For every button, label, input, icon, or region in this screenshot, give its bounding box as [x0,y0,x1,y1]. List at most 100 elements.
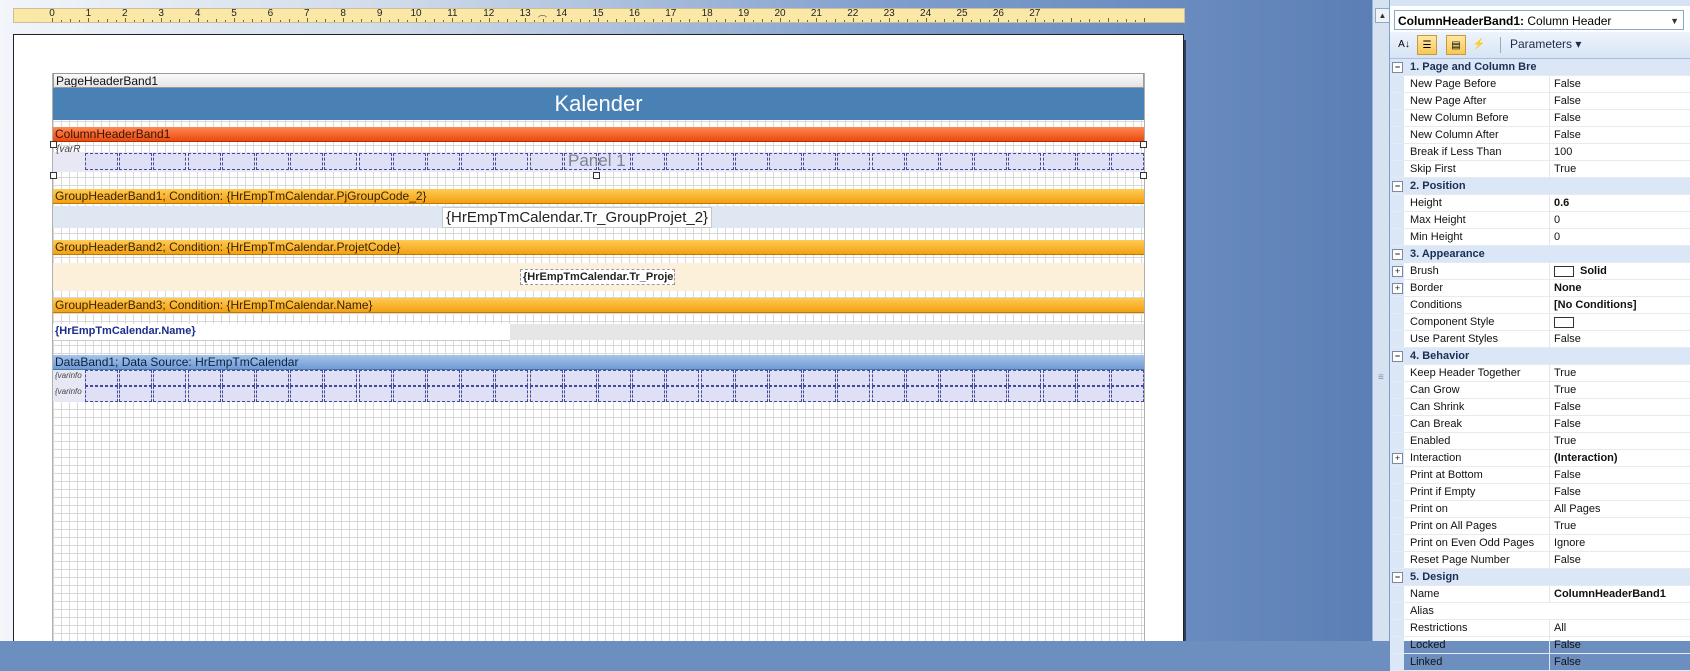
property-row[interactable]: Use Parent Styles False [1390,331,1690,348]
data-cell[interactable] [495,370,529,386]
data-cell[interactable] [119,370,153,386]
data-cell[interactable] [905,386,939,402]
data-cell[interactable] [632,386,666,402]
property-row[interactable]: Conditions [No Conditions] [1390,297,1690,314]
property-value[interactable]: True [1549,518,1687,534]
column-header-cell[interactable] [974,153,1008,170]
column-header-cell[interactable] [1008,153,1042,170]
property-row[interactable]: Can Break False [1390,416,1690,433]
property-row[interactable]: Can Shrink False [1390,399,1690,416]
data-band[interactable]: DataBand1; Data Source: HrEmpTmCalendar [53,355,1144,370]
panel-label[interactable]: Panel 1 [568,151,626,171]
property-value[interactable]: 0 [1549,212,1687,228]
page-header-band[interactable]: PageHeaderBand1 [53,73,1144,88]
vertical-scrollbar[interactable]: ▲ ≡ [1372,0,1390,641]
property-value[interactable]: True [1549,161,1687,177]
data-cell[interactable] [256,386,289,402]
collapse-icon[interactable]: − [1392,572,1403,583]
data-cell[interactable] [427,386,460,402]
property-row[interactable]: Alias [1390,603,1690,620]
property-row[interactable]: Name ColumnHeaderBand1 [1390,586,1690,603]
data-cell[interactable] [905,370,939,386]
collapse-icon[interactable]: − [1392,249,1403,260]
data-cell[interactable] [324,370,358,386]
property-value[interactable]: False [1549,110,1687,126]
data-cell[interactable] [700,370,734,386]
property-value[interactable]: ColumnHeaderBand1 [1549,586,1687,602]
property-row[interactable]: Component Style [1390,314,1690,331]
data-cell[interactable] [153,370,187,386]
data-cell[interactable] [563,386,597,402]
property-value[interactable]: None [1549,280,1687,296]
column-header-cell[interactable] [119,153,153,170]
column-header-var[interactable]: {varR [56,144,80,155]
collapse-icon[interactable]: − [1392,351,1403,362]
data-cell[interactable] [1042,386,1076,402]
column-header-cell[interactable] [187,153,221,170]
property-category[interactable]: −4. Behavior [1390,348,1690,365]
column-header-cell[interactable] [837,153,871,170]
data-cell[interactable] [666,386,700,402]
property-value[interactable]: All [1549,620,1687,636]
data-cell[interactable] [598,370,631,386]
data-cell[interactable] [461,370,495,386]
data-cell[interactable] [529,370,563,386]
column-header-cell[interactable] [392,153,426,170]
data-cell[interactable] [734,370,768,386]
data-cell[interactable] [837,386,871,402]
collapse-icon[interactable]: − [1392,181,1403,192]
data-cell[interactable] [1042,370,1076,386]
group1-field[interactable]: {HrEmpTmCalendar.Tr_GroupProjet_2} [442,207,713,228]
expand-icon[interactable]: + [1392,266,1403,277]
data-cell[interactable] [85,370,118,386]
data-cell[interactable] [324,386,358,402]
property-grid[interactable]: −1. Page and Column Bre New Page Before Fa… [1390,59,1690,671]
data-cell[interactable] [529,386,563,402]
column-header-cell[interactable] [700,153,734,170]
data-cell[interactable] [187,370,221,386]
data-cell[interactable] [290,386,324,402]
data-cell[interactable] [358,386,392,402]
data-cell[interactable] [392,386,426,402]
property-row[interactable]: Can Grow True [1390,382,1690,399]
column-header-cell[interactable] [324,153,358,170]
data-cell[interactable] [1111,386,1144,402]
property-category[interactable]: −3. Appearance [1390,246,1690,263]
property-category[interactable]: −5. Design [1390,569,1690,586]
column-header-cell[interactable] [256,153,289,170]
property-value[interactable]: False [1549,484,1687,500]
column-header-cell[interactable] [803,153,837,170]
data-cell[interactable] [632,370,666,386]
data-cell[interactable] [153,386,187,402]
column-header-cell[interactable] [358,153,392,170]
property-row[interactable]: + Border None [1390,280,1690,297]
selection-handle[interactable] [1140,141,1147,148]
data-cell[interactable] [187,386,221,402]
property-row[interactable]: Min Height 0 [1390,229,1690,246]
property-category[interactable]: −2. Position [1390,178,1690,195]
design-surface[interactable]: PageHeaderBand1 Kalender ColumnHeaderBan… [50,73,1147,641]
property-value[interactable]: True [1549,382,1687,398]
data-cell[interactable] [256,370,289,386]
property-row[interactable]: Restrictions All [1390,620,1690,637]
property-value[interactable]: False [1549,76,1687,92]
property-row[interactable]: Print on All Pages [1390,501,1690,518]
property-row[interactable]: Print at Bottom False [1390,467,1690,484]
group-header-band-2[interactable]: GroupHeaderBand2; Condition: {HrEmpTmCal… [53,240,1144,255]
column-header-cell[interactable] [85,153,118,170]
property-value[interactable]: False [1549,654,1687,670]
property-row[interactable]: Max Height 0 [1390,212,1690,229]
property-category[interactable]: −1. Page and Column Bre [1390,59,1690,76]
data-cell[interactable] [734,386,768,402]
column-header-cell[interactable] [769,153,802,170]
column-header-cell[interactable] [290,153,324,170]
property-value[interactable]: Ignore [1549,535,1687,551]
data-cell[interactable] [598,386,631,402]
property-value[interactable]: 0 [1549,229,1687,245]
data-cell[interactable] [1076,386,1110,402]
data-cell[interactable] [803,386,837,402]
data-cell[interactable] [1008,386,1042,402]
property-value[interactable]: (Interaction) [1549,450,1687,466]
component-selector[interactable]: ColumnHeaderBand1: Column Header ▼ [1394,10,1684,30]
expand-icon[interactable]: + [1392,453,1403,464]
